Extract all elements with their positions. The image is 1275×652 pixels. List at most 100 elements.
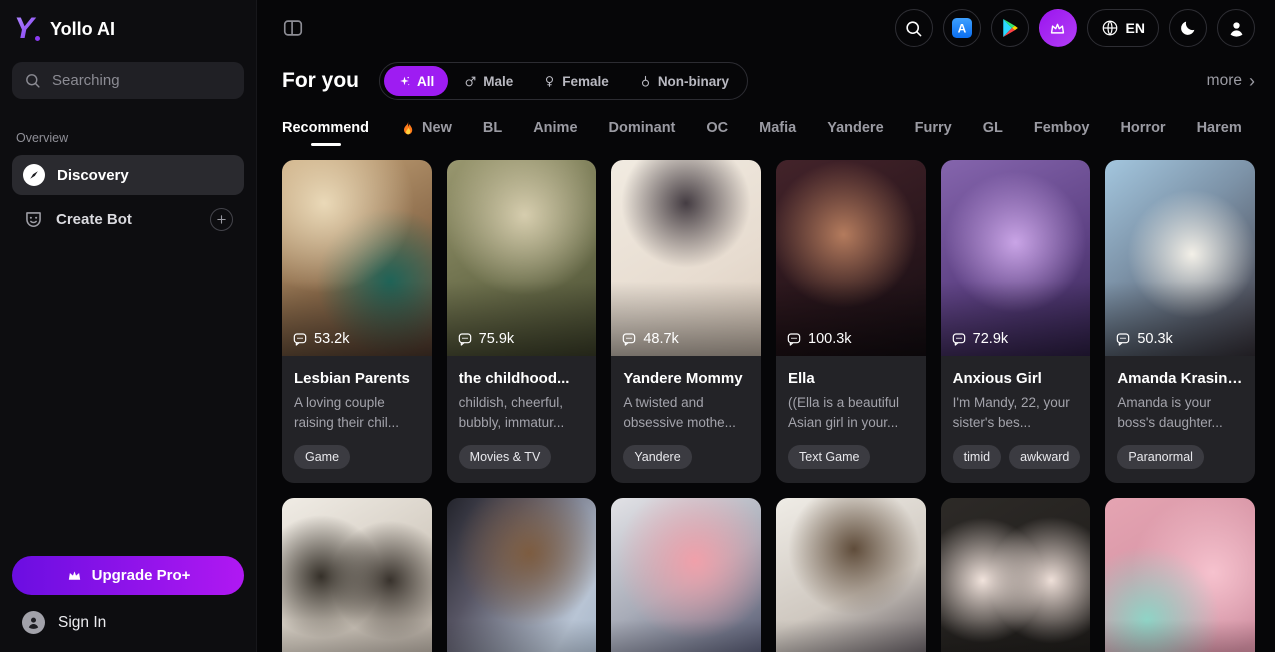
add-bot-button[interactable] — [210, 208, 233, 231]
tab-bl[interactable]: BL — [483, 120, 502, 146]
language-label: EN — [1126, 20, 1145, 36]
tag-chip[interactable]: Yandere — [623, 445, 691, 469]
tab-mafia[interactable]: Mafia — [759, 120, 796, 146]
compass-icon — [23, 164, 45, 186]
sidebar-item-label: Create Bot — [56, 211, 132, 228]
filter-female[interactable]: Female — [529, 66, 623, 96]
sidebar-item-label: Discovery — [57, 167, 129, 184]
section-label-overview: Overview — [16, 131, 240, 145]
chat-count-badge: 53.2k — [292, 331, 349, 347]
chat-count-badge: 50.3k — [1115, 331, 1172, 347]
more-label: more — [1207, 72, 1242, 90]
filter-label: All — [417, 74, 434, 89]
sidebar-bottom: Upgrade Pro+ Sign In — [0, 544, 256, 652]
app-logo-icon[interactable]: Y — [14, 14, 40, 44]
character-card[interactable] — [447, 498, 597, 652]
character-description: childish, cheerful, bubbly, immatur... — [459, 393, 585, 434]
tag-chip[interactable]: awkward — [1009, 445, 1080, 469]
character-name: Ella — [788, 370, 914, 387]
character-image: 75.9k — [447, 160, 597, 356]
upgrade-pro-button[interactable]: Upgrade Pro+ — [12, 556, 244, 595]
tab-furry[interactable]: Furry — [915, 120, 952, 146]
sign-in-button[interactable]: Sign In — [12, 595, 244, 642]
character-card[interactable]: 100.3k Ella ((Ella is a beautiful Asian … — [776, 160, 926, 483]
app-store-button[interactable]: A — [943, 9, 981, 47]
search-icon — [24, 72, 41, 89]
profile-button[interactable] — [1217, 9, 1255, 47]
crown-icon — [1048, 19, 1067, 38]
chat-count-badge: 72.9k — [951, 331, 1008, 347]
male-icon — [464, 75, 477, 88]
card-body: Anxious Girl I'm Mandy, 22, your sister'… — [941, 356, 1091, 483]
google-play-button[interactable] — [991, 9, 1029, 47]
chat-bubble-icon — [457, 331, 473, 347]
character-card[interactable]: 48.7k Yandere Mommy A twisted and obsess… — [611, 160, 761, 483]
character-card[interactable]: 75.9k the childhood... childish, cheerfu… — [447, 160, 597, 483]
character-image — [776, 498, 926, 652]
tab-recommend[interactable]: Recommend — [282, 120, 369, 146]
character-card[interactable] — [1105, 498, 1255, 652]
character-image — [941, 498, 1091, 652]
person-icon — [1227, 19, 1246, 38]
character-name: Amanda Krasinski — [1117, 370, 1243, 387]
tab-horror[interactable]: Horror — [1120, 120, 1165, 146]
page-title: For you — [282, 69, 359, 93]
character-card[interactable]: 72.9k Anxious Girl I'm Mandy, 22, your s… — [941, 160, 1091, 483]
sidebar-item-create-bot[interactable]: Create Bot — [12, 199, 244, 239]
language-button[interactable]: EN — [1087, 9, 1159, 47]
character-description: A twisted and obsessive mothe... — [623, 393, 749, 434]
tab-new[interactable]: New — [400, 120, 452, 146]
google-play-icon — [1001, 18, 1019, 38]
tab-dominant[interactable]: Dominant — [609, 120, 676, 146]
tab-oc[interactable]: OC — [706, 120, 728, 146]
tab-femboy[interactable]: Femboy — [1034, 120, 1090, 146]
character-image — [447, 498, 597, 652]
for-you-row: For you All Male Female Non-binary — [282, 62, 1255, 100]
character-name: Anxious Girl — [953, 370, 1079, 387]
chat-bubble-icon — [292, 331, 308, 347]
chat-bubble-icon — [951, 331, 967, 347]
search-button[interactable] — [895, 9, 933, 47]
character-card[interactable] — [611, 498, 761, 652]
sidebar-item-discovery[interactable]: Discovery — [12, 155, 244, 195]
non-binary-icon — [639, 75, 652, 88]
tag-chip[interactable]: Text Game — [788, 445, 870, 469]
upgrade-pro-label: Upgrade Pro+ — [92, 567, 191, 584]
search-input[interactable] — [50, 71, 253, 90]
gender-filter-group: All Male Female Non-binary — [379, 62, 748, 100]
tag-chip[interactable]: timid — [953, 445, 1001, 469]
dark-mode-button[interactable] — [1169, 9, 1207, 47]
tab-yandere[interactable]: Yandere — [827, 120, 883, 146]
tab-gl[interactable]: GL — [983, 120, 1003, 146]
more-link[interactable]: more › — [1207, 72, 1255, 90]
character-image — [282, 498, 432, 652]
character-image — [1105, 498, 1255, 652]
search-icon — [904, 19, 923, 38]
character-card[interactable] — [282, 498, 432, 652]
character-card[interactable]: 53.2k Lesbian Parents A loving couple ra… — [282, 160, 432, 483]
filter-label: Non-binary — [658, 74, 729, 89]
character-card[interactable] — [776, 498, 926, 652]
tag-chip[interactable]: Movies & TV — [459, 445, 552, 469]
svg-text:A: A — [957, 22, 966, 36]
tab-anime[interactable]: Anime — [533, 120, 577, 146]
filter-all[interactable]: All — [384, 66, 448, 96]
fire-icon — [400, 120, 416, 136]
filter-non-binary[interactable]: Non-binary — [625, 66, 743, 96]
character-card[interactable]: 50.3k Amanda Krasinski Amanda is your bo… — [1105, 160, 1255, 483]
app-store-icon: A — [950, 16, 974, 40]
tag-chip[interactable]: Paranormal — [1117, 445, 1204, 469]
premium-button[interactable] — [1039, 9, 1077, 47]
character-description: I'm Mandy, 22, your sister's bes... — [953, 393, 1079, 434]
filter-male[interactable]: Male — [450, 66, 527, 96]
character-image — [611, 498, 761, 652]
sidebar-toggle-button[interactable] — [282, 17, 304, 39]
tag-chip[interactable]: Game — [294, 445, 350, 469]
character-card[interactable] — [941, 498, 1091, 652]
chat-bubble-icon — [621, 331, 637, 347]
sidebar-search[interactable] — [12, 62, 244, 99]
crown-icon — [66, 567, 83, 584]
top-bar: A EN — [282, 0, 1255, 56]
sparkle-icon — [398, 75, 411, 88]
tab-harem[interactable]: Harem — [1197, 120, 1242, 146]
